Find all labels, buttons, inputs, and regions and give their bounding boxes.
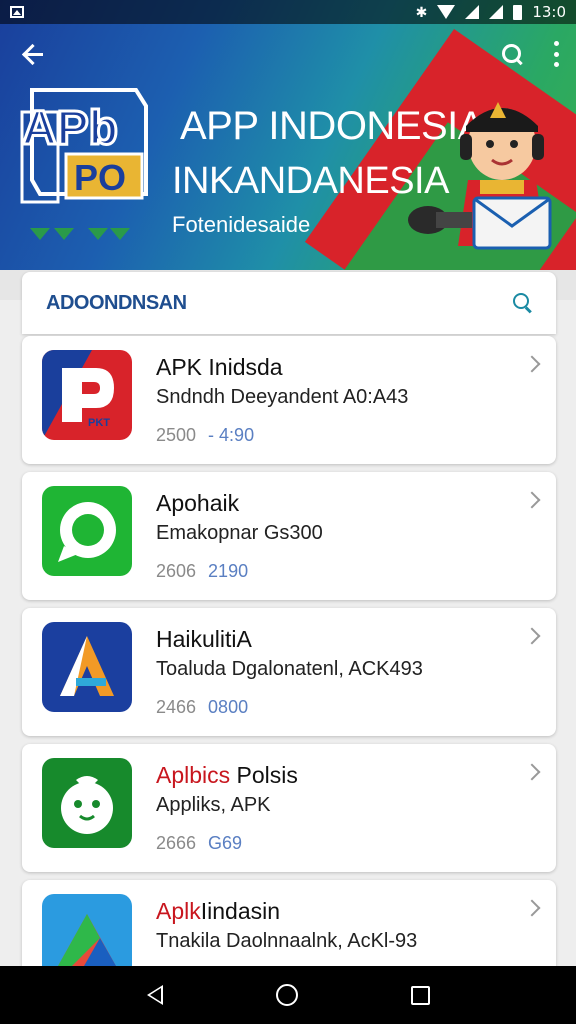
app-description: Appliks, APK — [156, 794, 271, 816]
signal-icon — [465, 5, 480, 19]
chevron-right-icon — [523, 763, 541, 781]
app-meta: 2466 0800 — [156, 697, 249, 717]
nav-back-icon[interactable] — [146, 985, 163, 1005]
app-name: Aplbics Polsis — [156, 762, 298, 788]
section-title: ADOONDNSAN — [46, 291, 187, 314]
search-icon[interactable] — [500, 42, 524, 66]
image-notification-icon — [10, 6, 24, 18]
hero-decoration — [30, 228, 130, 240]
app-name: APK Inidsda — [156, 354, 283, 380]
app-list-item[interactable]: Aplbics Polsis Appliks, APK 2666 G69 — [22, 744, 556, 872]
app-description: Emakopnar Gs300 — [156, 522, 323, 544]
chevron-right-icon — [523, 627, 541, 645]
nav-home-icon[interactable] — [275, 984, 298, 1006]
bluetooth-icon: ✱ — [415, 3, 428, 20]
logo-text-bottom: PO — [74, 157, 126, 198]
back-arrow-icon[interactable] — [16, 36, 52, 72]
nav-recents-icon[interactable] — [410, 985, 430, 1005]
chevron-right-icon — [523, 899, 541, 917]
status-bar: ✱ 13:0 — [0, 0, 576, 24]
app-logo-icon: APb PO — [20, 88, 148, 204]
app-description: Tnakila Daolnnaalnk, AcKl-93 — [156, 930, 418, 952]
signal-secondary-icon — [489, 5, 504, 19]
robot-face-icon — [42, 758, 132, 848]
app-meta: 2606 2190 — [156, 561, 249, 581]
svg-text:PKT: PKT — [88, 417, 110, 429]
app-description: Toaluda Dgalonatenl, ACK493 — [156, 658, 423, 680]
app-meta: 2666 G69 — [156, 833, 243, 853]
app-list-item[interactable]: PKT APK Inidsda Sndndh Deeyandent A0:A43… — [22, 336, 556, 464]
app-name: AplkIindasin — [156, 898, 281, 924]
chat-bubble-icon — [42, 486, 132, 576]
more-options-icon[interactable] — [554, 41, 560, 67]
status-clock: 13:0 — [532, 3, 566, 21]
section-search-icon[interactable] — [512, 292, 534, 314]
app-list-item[interactable]: HaikulitiA Toaluda Dgalonatenl, ACK493 2… — [22, 608, 556, 736]
p-logo-icon: PKT — [42, 350, 132, 440]
chevron-right-icon — [523, 491, 541, 509]
battery-icon — [513, 4, 523, 20]
logo-text-top: APb — [22, 102, 118, 155]
section-header: ADOONDNSAN — [22, 272, 556, 334]
wifi-icon — [437, 5, 456, 19]
app-list-item[interactable]: Apohaik Emakopnar Gs300 2606 2190 — [22, 472, 556, 600]
mascot-illustration — [408, 102, 552, 250]
top-app-bar — [0, 30, 576, 78]
app-description: Sndndh Deeyandent A0:A43 — [156, 386, 409, 408]
chevron-right-icon — [523, 355, 541, 373]
system-nav-bar — [0, 966, 576, 1024]
app-name: HaikulitiA — [156, 626, 252, 652]
hero-tagline: Fotenidesaide — [172, 212, 311, 237]
app-meta: 2500- 4:90 — [156, 425, 255, 445]
a-triangle-icon — [42, 622, 132, 712]
app-name: Apohaik — [156, 490, 240, 516]
